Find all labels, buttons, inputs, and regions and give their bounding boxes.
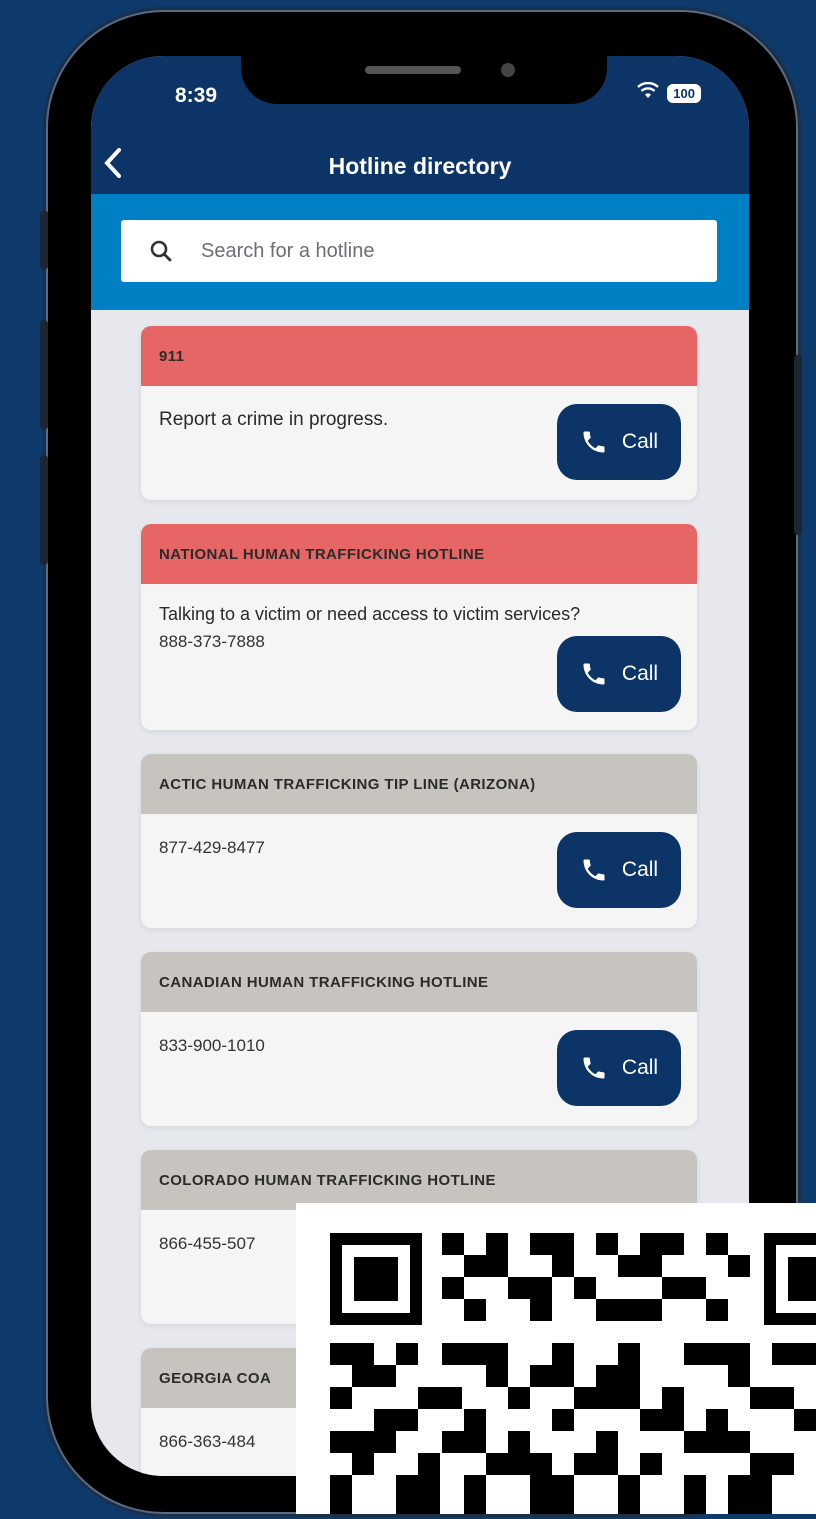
status-icons: 100 <box>637 81 701 105</box>
phone-icon <box>583 859 605 881</box>
call-button[interactable]: Call <box>557 1030 681 1106</box>
search-input[interactable]: Search for a hotline <box>121 220 717 282</box>
hotline-body: 877-429-8477 Call <box>141 814 697 908</box>
qr-code <box>296 1203 816 1514</box>
back-chevron-icon[interactable] <box>103 146 123 189</box>
page-title: Hotline directory <box>328 152 512 179</box>
navigation-bar: Hotline directory <box>91 138 749 194</box>
hotline-title: CANADIAN HUMAN TRAFFICKING HOTLINE <box>141 952 697 1012</box>
hotline-card: CANADIAN HUMAN TRAFFICKING HOTLINE 833-9… <box>141 952 697 1126</box>
qr-code-pattern <box>330 1233 816 1514</box>
phone-side-button <box>40 210 48 270</box>
phone-icon <box>583 431 605 453</box>
hotline-title: 911 <box>141 326 697 386</box>
phone-icon <box>583 1057 605 1079</box>
hotline-description: Talking to a victim or need access to vi… <box>159 604 581 624</box>
call-label: Call <box>621 430 659 453</box>
battery-icon: 100 <box>667 84 701 103</box>
phone-side-button <box>40 455 48 565</box>
speaker-grille <box>365 66 461 74</box>
call-button[interactable]: Call <box>557 636 681 712</box>
hotline-body: Report a crime in progress. Call <box>141 386 697 480</box>
status-time: 8:39 <box>175 84 218 107</box>
phone-side-button <box>794 355 802 535</box>
phone-side-button <box>40 320 48 430</box>
hotline-card: ACTIC HUMAN TRAFFICKING TIP LINE (ARIZON… <box>141 754 697 928</box>
hotline-title: COLORADO HUMAN TRAFFICKING HOTLINE <box>141 1150 697 1210</box>
camera-lens <box>501 63 515 77</box>
hotline-card: 911 Report a crime in progress. Call <box>141 326 697 500</box>
hotline-title: ACTIC HUMAN TRAFFICKING TIP LINE (ARIZON… <box>141 754 697 814</box>
wifi-icon <box>637 81 660 105</box>
call-label: Call <box>621 858 659 881</box>
call-label: Call <box>621 662 659 685</box>
call-label: Call <box>621 1056 659 1079</box>
hotline-body: Talking to a victim or need access to vi… <box>141 584 697 712</box>
search-band: Search for a hotline <box>91 194 749 310</box>
hotline-body: 833-900-1010 Call <box>141 1012 697 1106</box>
search-placeholder: Search for a hotline <box>201 239 375 262</box>
hotline-card: NATIONAL HUMAN TRAFFICKING HOTLINE Talki… <box>141 524 697 730</box>
hotline-title: NATIONAL HUMAN TRAFFICKING HOTLINE <box>141 524 697 584</box>
call-button[interactable]: Call <box>557 832 681 908</box>
notch <box>241 56 607 104</box>
call-button[interactable]: Call <box>557 404 681 480</box>
search-icon <box>150 240 172 262</box>
phone-icon <box>583 663 605 685</box>
